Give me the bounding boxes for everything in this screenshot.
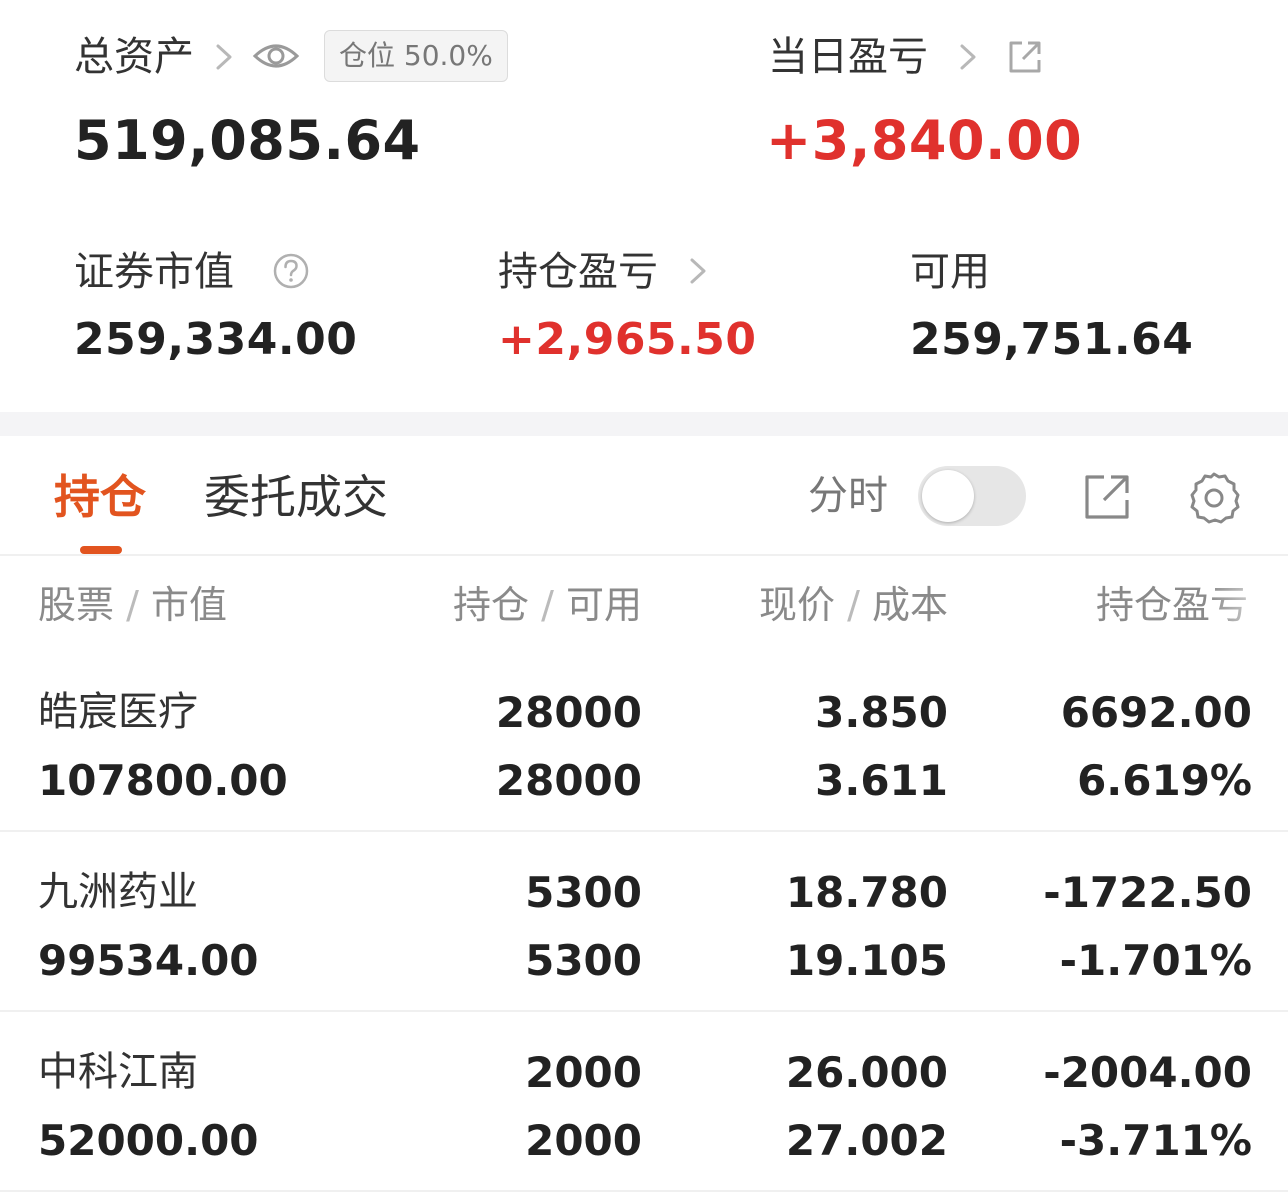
stock-name: 九洲药业 xyxy=(38,869,198,915)
header-stock[interactable]: 股票 / 市值 xyxy=(38,586,227,624)
position-qty: 2000 xyxy=(525,1048,642,1097)
row-divider xyxy=(0,1190,1288,1192)
chevron-right-icon[interactable] xyxy=(212,40,236,78)
chevron-right-icon[interactable] xyxy=(686,254,710,292)
holding-pl-label[interactable]: 持仓盈亏 xyxy=(498,252,658,292)
account-summary: 总资产 仓位 50.0% 519,085.64 当日盈亏 +3,840.00 证… xyxy=(0,0,1288,412)
intraday-label: 分时 xyxy=(808,473,888,519)
stock-name: 中科江南 xyxy=(38,1049,198,1095)
stock-name: 皓宸医疗 xyxy=(38,689,198,735)
header-fade xyxy=(1208,576,1288,636)
active-tab-indicator xyxy=(80,546,122,554)
available-qty: 5300 xyxy=(525,936,642,985)
header-position[interactable]: 持仓 / 可用 xyxy=(400,586,642,624)
header-price-sub: 成本 xyxy=(871,583,948,627)
position-qty: 5300 xyxy=(525,868,642,917)
current-price: 18.780 xyxy=(785,868,948,917)
header-stock-sub: 市值 xyxy=(150,583,227,627)
external-link-icon[interactable] xyxy=(1082,472,1132,526)
position-ratio-badge: 仓位 50.0% xyxy=(324,30,508,82)
cost-price: 3.611 xyxy=(815,756,948,805)
available-label: 可用 xyxy=(910,249,990,295)
holding-pl: 6692.00 xyxy=(1060,688,1252,737)
daily-pl-label[interactable]: 当日盈亏 xyxy=(768,37,928,77)
position-qty: 28000 xyxy=(495,688,642,737)
available-qty: 28000 xyxy=(495,756,642,805)
current-price: 26.000 xyxy=(785,1048,948,1097)
eye-icon[interactable] xyxy=(252,36,300,80)
tabs-divider xyxy=(0,554,1288,556)
cost-price: 27.002 xyxy=(785,1116,948,1165)
cost-price: 19.105 xyxy=(785,936,948,985)
market-value: 99534.00 xyxy=(38,936,259,985)
available-value: 259,751.64 xyxy=(910,314,1194,365)
row-divider xyxy=(0,830,1288,832)
current-price: 3.850 xyxy=(815,688,948,737)
header-price[interactable]: 现价 / 成本 xyxy=(700,586,948,624)
gear-icon[interactable] xyxy=(1186,470,1242,530)
holding-pl-pct: -3.711% xyxy=(1059,1116,1252,1165)
holding-pl-value: +2,965.50 xyxy=(498,314,757,365)
table-row[interactable]: 皓宸医疗 107800.00 28000 28000 3.850 3.611 6… xyxy=(0,660,1288,830)
total-assets-label[interactable]: 总资产 xyxy=(74,37,194,77)
holding-pl: -2004.00 xyxy=(1043,1048,1252,1097)
daily-pl-value: +3,840.00 xyxy=(766,109,1083,172)
chevron-right-icon[interactable] xyxy=(956,40,980,78)
holding-pl-pct: 6.619% xyxy=(1077,756,1252,805)
market-value-value: 259,334.00 xyxy=(74,314,358,365)
intraday-toggle[interactable] xyxy=(918,466,1026,526)
header-position-sub: 可用 xyxy=(565,583,642,627)
header-price-label: 现价 xyxy=(759,583,836,627)
section-separator xyxy=(0,412,1288,436)
question-circle-icon[interactable] xyxy=(272,252,310,294)
table-row[interactable]: 九洲药业 99534.00 5300 5300 18.780 19.105 -1… xyxy=(0,840,1288,1010)
header-position-label: 持仓 xyxy=(453,583,530,627)
holding-pl-pct: -1.701% xyxy=(1059,936,1252,985)
table-row[interactable]: 中科江南 52000.00 2000 2000 26.000 27.002 -2… xyxy=(0,1020,1288,1190)
header-stock-label: 股票 xyxy=(38,583,115,627)
market-value: 107800.00 xyxy=(38,756,288,805)
tab-orders[interactable]: 委托成交 xyxy=(204,474,388,520)
tab-holdings[interactable]: 持仓 xyxy=(54,474,146,520)
market-value: 52000.00 xyxy=(38,1116,259,1165)
external-link-icon[interactable] xyxy=(1006,38,1044,80)
available-qty: 2000 xyxy=(525,1116,642,1165)
market-value-label: 证券市值 xyxy=(74,249,234,295)
total-assets-value: 519,085.64 xyxy=(74,109,421,172)
row-divider xyxy=(0,1010,1288,1012)
toggle-knob xyxy=(922,470,974,522)
holding-pl: -1722.50 xyxy=(1043,868,1252,917)
